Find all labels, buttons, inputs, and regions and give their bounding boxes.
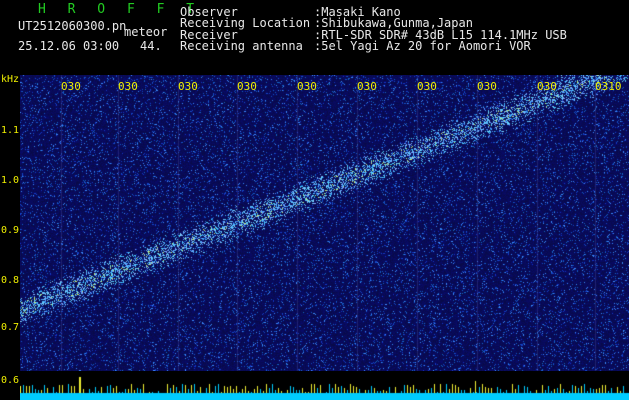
signal-strength-bar bbox=[20, 371, 629, 400]
y-tick-label: 0.8 bbox=[1, 275, 20, 286]
y-tick-label: 1.1 bbox=[1, 125, 20, 136]
x-tick-label: 030 bbox=[237, 80, 257, 93]
x-tick-label: 030 bbox=[537, 80, 557, 93]
info-label-antenna: Receiving antenna bbox=[180, 39, 303, 53]
x-tick-label: 030 bbox=[417, 80, 437, 93]
x-tick-label: 030 bbox=[118, 80, 138, 93]
x-tick-label: 030 bbox=[61, 80, 81, 93]
x-tick-label: 030 bbox=[357, 80, 377, 93]
x-tick-label: 030 bbox=[477, 80, 497, 93]
header-panel: H R O F F T UT2512060300.pn meteor 25.12… bbox=[0, 0, 629, 75]
y-tick-label: 0.7 bbox=[1, 322, 20, 333]
x-tick-label: 0310 bbox=[595, 80, 622, 93]
x-tick-label: 030 bbox=[178, 80, 198, 93]
y-tick-label: 1.0 bbox=[1, 175, 20, 186]
event-count: 44. bbox=[140, 39, 162, 53]
waterfall-spectrogram bbox=[20, 75, 629, 371]
waterfall-canvas bbox=[20, 75, 629, 371]
info-value-antenna: :5el Yagi Az 20 for Aomori VOR bbox=[314, 39, 531, 53]
y-tick-label: 0.9 bbox=[1, 225, 20, 236]
y-tick-label: 0.6 bbox=[1, 375, 20, 386]
x-tick-label: 030 bbox=[297, 80, 317, 93]
signal-strength-canvas bbox=[20, 371, 629, 400]
y-unit-label: kHz bbox=[1, 74, 20, 85]
category-label: meteor bbox=[124, 25, 168, 39]
app-logo: H R O F F T bbox=[38, 2, 202, 17]
datetime: 25.12.06 03:00 bbox=[18, 39, 120, 53]
file-name: UT2512060300.pn bbox=[18, 19, 127, 33]
